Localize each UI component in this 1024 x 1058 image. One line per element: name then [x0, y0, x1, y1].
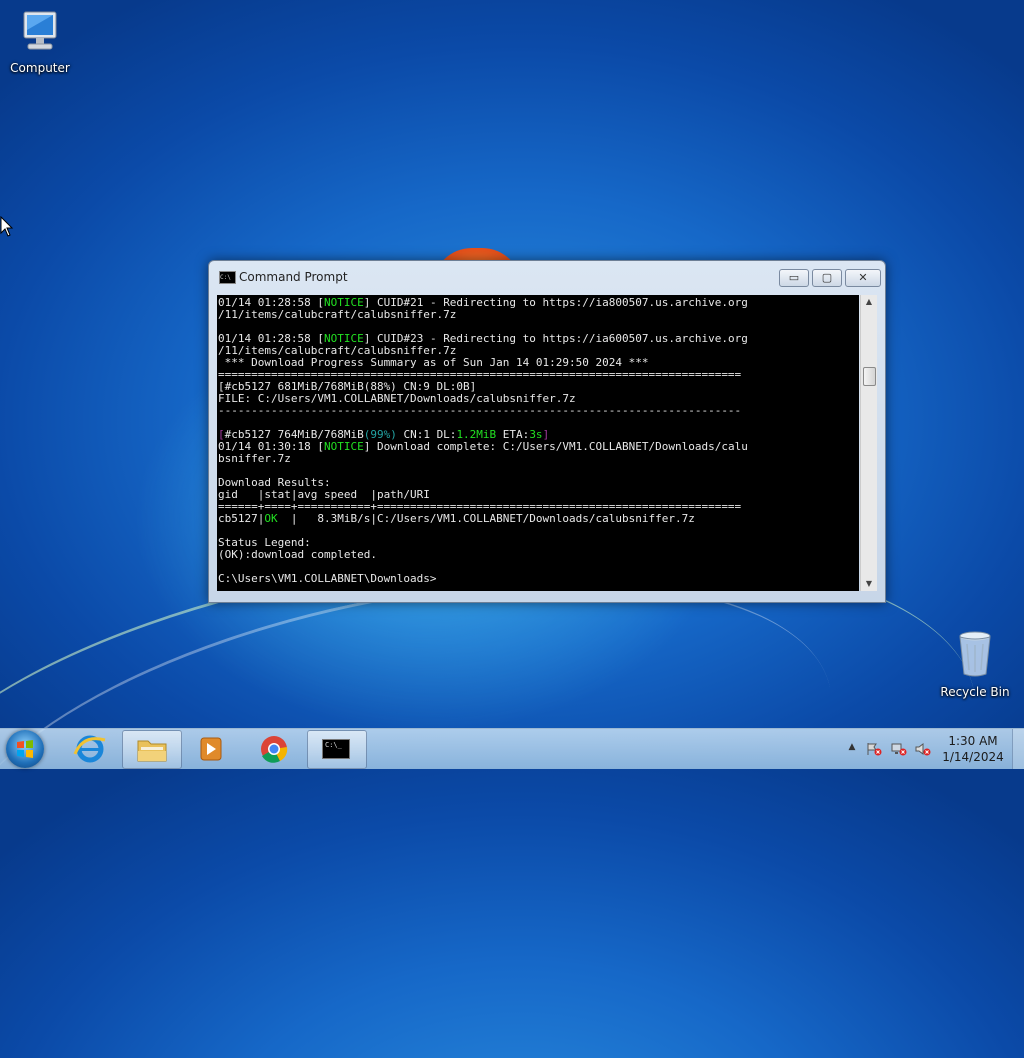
scroll-up-arrow-icon[interactable]: ▲ — [861, 295, 877, 309]
close-button[interactable]: ✕ — [845, 269, 881, 287]
close-icon: ✕ — [858, 271, 868, 284]
maximize-icon: ▢ — [821, 271, 833, 284]
clock-time: 1:30 AM — [948, 734, 998, 748]
show-desktop-button[interactable] — [1012, 729, 1024, 769]
console-line: 01/14 01:30:18 [NOTICE] Download complet… — [218, 441, 859, 453]
console-segment: cb5127| — [218, 512, 265, 525]
taskbar: C:\_ ▲ 1:30 AM 1/14/2024 — [0, 728, 1024, 769]
media-player-icon — [200, 737, 222, 761]
taskbar-app-command-prompt[interactable]: C:\_ — [307, 730, 367, 769]
console-line: (OK):download completed. — [218, 549, 859, 561]
taskbar-app-chrome[interactable] — [245, 730, 303, 767]
start-button[interactable] — [6, 730, 44, 768]
chevron-up-icon: ▲ — [848, 742, 856, 752]
desktop-icon-label: Computer — [10, 61, 70, 75]
taskbar-app-file-explorer[interactable] — [122, 730, 182, 769]
console-line: ----------------------------------------… — [218, 405, 859, 417]
taskbar-app-media-player[interactable] — [183, 730, 241, 767]
desktop-icon-label: Recycle Bin — [940, 685, 1010, 699]
console-segment: (OK):download completed. — [218, 548, 377, 561]
vertical-scrollbar[interactable]: ▲ ▼ — [860, 295, 877, 591]
folder-icon — [137, 740, 167, 762]
recycle-bin-icon — [959, 631, 991, 677]
console-line: C:\Users\VM1.COLLABNET\Downloads> — [218, 573, 859, 585]
chrome-icon — [261, 736, 288, 763]
mouse-cursor-icon — [0, 216, 14, 237]
windows-logo-icon — [17, 740, 33, 758]
console-output[interactable]: 01/14 01:28:58 [NOTICE] CUID#21 - Redire… — [217, 295, 859, 591]
console-segment: bsniffer.7z — [218, 452, 291, 465]
console-line: /11/items/calubcraft/calubsniffer.7z — [218, 309, 859, 321]
window-titlebar[interactable]: C:\ Command Prompt ▭ ▢ ✕ — [209, 261, 885, 291]
console-segment: | 8.3MiB/s|C:/Users/VM1.COLLABNET/Downlo… — [277, 512, 695, 525]
window-title: Command Prompt — [239, 270, 348, 284]
command-prompt-icon: C:\ — [219, 271, 236, 284]
console-line — [218, 525, 859, 537]
system-clock[interactable]: 1:30 AM 1/14/2024 — [940, 733, 1006, 765]
scrollbar-thumb[interactable] — [863, 367, 876, 386]
console-segment: OK — [264, 512, 278, 525]
computer-icon — [23, 11, 57, 50]
volume-icon[interactable] — [915, 742, 931, 756]
console-text: 01/14 01:28:58 [NOTICE] CUID#21 - Redire… — [217, 295, 859, 585]
taskbar-app-internet-explorer[interactable] — [61, 730, 119, 767]
command-prompt-window[interactable]: C:\ Command Prompt ▭ ▢ ✕ 01/14 01:28:58 … — [208, 260, 886, 603]
console-segment: ] Download complete: C:/Users/VM1.COLLAB… — [363, 440, 748, 453]
clock-date: 1/14/2024 — [942, 750, 1004, 764]
network-icon[interactable] — [891, 742, 907, 756]
console-line: bsniffer.7z — [218, 453, 859, 465]
console-segment: /11/items/calubcraft/calubsniffer.7z — [218, 308, 457, 321]
show-hidden-icons-button[interactable]: ▲ — [844, 742, 860, 756]
console-segment: ----------------------------------------… — [218, 404, 742, 417]
console-segment: C:\Users\VM1.COLLABNET\Downloads> — [218, 572, 437, 585]
action-center-icon[interactable] — [866, 742, 882, 756]
console-segment: NOTICE — [323, 440, 364, 453]
console-line: cb5127|OK | 8.3MiB/s|C:/Users/VM1.COLLAB… — [218, 513, 859, 525]
maximize-button[interactable]: ▢ — [812, 269, 842, 287]
desktop-icon-recycle-bin[interactable]: Recycle Bin — [935, 630, 1015, 699]
minimize-icon: ▭ — [788, 271, 800, 284]
scroll-down-arrow-icon[interactable]: ▼ — [861, 577, 877, 591]
desktop-icon-computer[interactable]: Computer — [0, 8, 80, 75]
command-prompt-icon: C:\_ — [322, 739, 350, 759]
minimize-button[interactable]: ▭ — [779, 269, 809, 287]
internet-explorer-icon — [73, 735, 106, 763]
